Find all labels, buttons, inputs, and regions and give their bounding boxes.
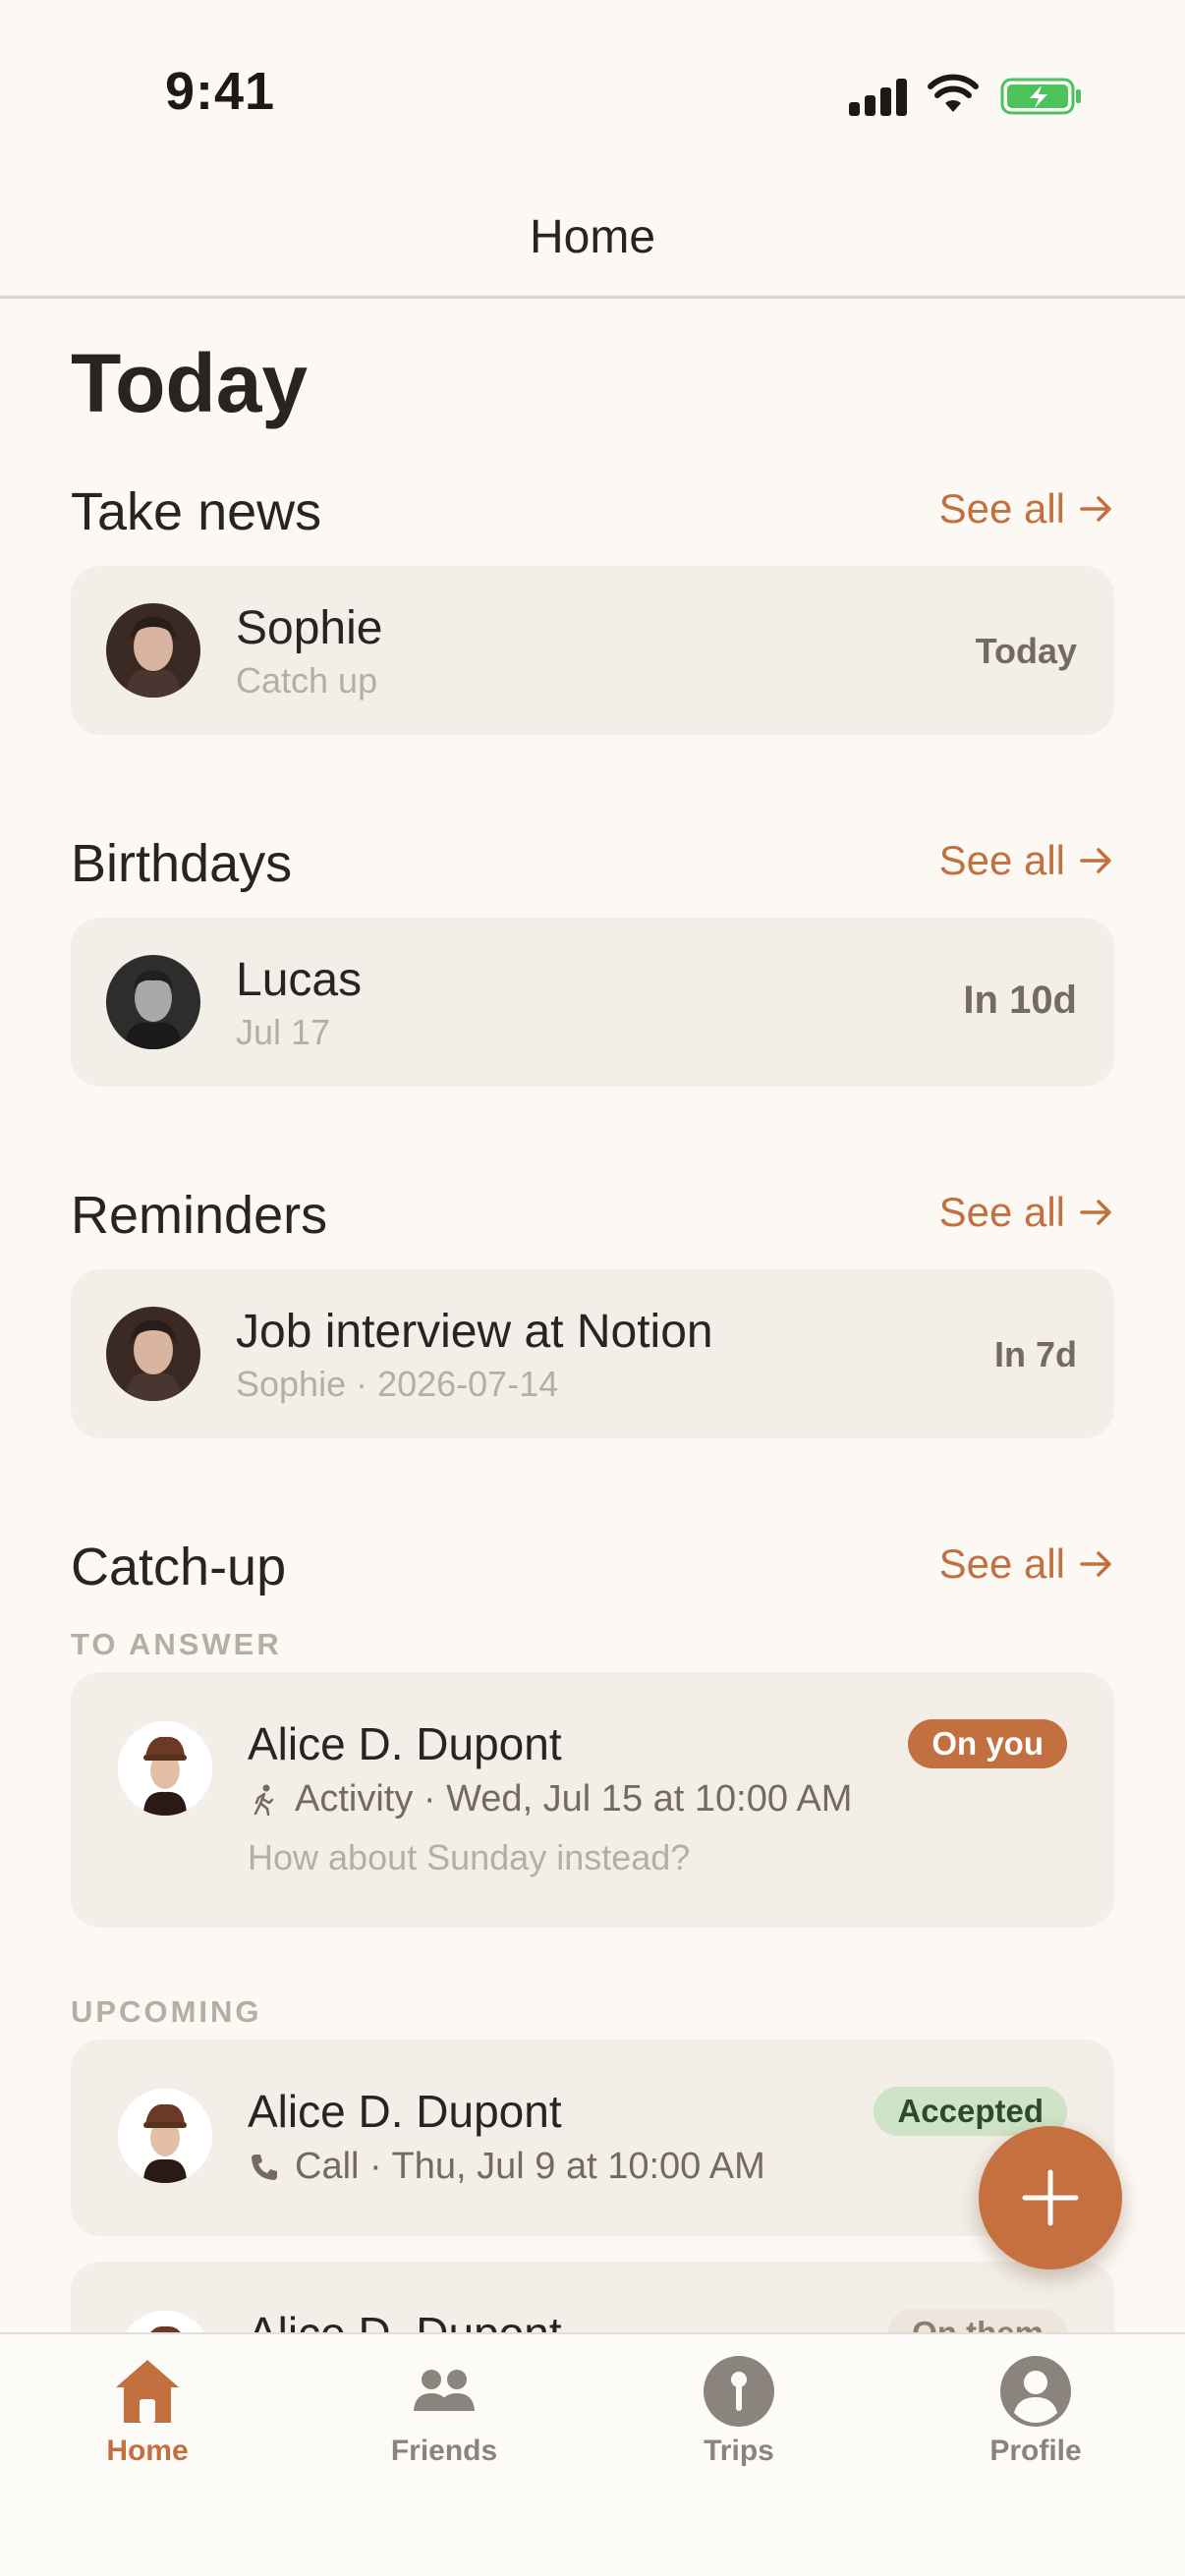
see-all-take-news-link[interactable]: See all bbox=[939, 485, 1114, 532]
catch-up-card[interactable]: Alice D. Dupont On you Activity · Wed, J… bbox=[71, 1672, 1114, 1928]
page-title: Today bbox=[71, 337, 309, 429]
catch-up-name: Alice D. Dupont bbox=[248, 2086, 562, 2137]
section-title-catch-up: Catch-up bbox=[71, 1538, 287, 1596]
card-subtitle: Catch up bbox=[236, 660, 378, 700]
card-name: Job interview at Notion bbox=[236, 1306, 713, 1358]
upcoming-caption: UPCOMING bbox=[71, 1994, 262, 2029]
status-bar: 9:41 bbox=[0, 0, 1185, 187]
wifi-icon bbox=[928, 74, 979, 112]
catch-up-detail: Activity · Wed, Jul 15 at 10:00 AM bbox=[248, 1778, 852, 1820]
battery-icon bbox=[1000, 78, 1081, 115]
see-all-birthdays-link[interactable]: See all bbox=[939, 837, 1114, 884]
header-title: Home bbox=[529, 211, 656, 263]
catch-up-detail-text: Activity · Wed, Jul 15 at 10:00 AM bbox=[295, 1778, 853, 1820]
add-button[interactable] bbox=[979, 2126, 1122, 2269]
tab-trips[interactable]: Trips bbox=[641, 2354, 837, 2472]
tab-label: Trips bbox=[704, 2435, 774, 2467]
catch-up-detail: Call · Thu, Jul 9 at 10:00 AM bbox=[248, 2146, 765, 2188]
tab-label: Profile bbox=[989, 2435, 1082, 2467]
take-news-card[interactable]: Sophie Catch up Today bbox=[71, 566, 1114, 735]
person-icon bbox=[1000, 2356, 1071, 2427]
see-all-catch-up-link[interactable]: See all bbox=[939, 1540, 1114, 1588]
section-title-take-news: Take news bbox=[71, 482, 322, 541]
arrow-right-icon bbox=[1080, 848, 1111, 873]
avatar bbox=[106, 603, 200, 698]
home-icon bbox=[116, 2360, 179, 2423]
card-date: Today bbox=[975, 631, 1077, 671]
reminder-card[interactable]: Job interview at Notion Sophie · 2026-07… bbox=[71, 1269, 1114, 1438]
arrow-right-icon bbox=[1080, 496, 1111, 522]
card-name: Sophie bbox=[236, 602, 383, 654]
tab-label: Home bbox=[106, 2435, 189, 2467]
tab-label: Friends bbox=[390, 2435, 498, 2467]
walking-icon bbox=[254, 1784, 274, 1816]
friends-icon bbox=[414, 2370, 475, 2411]
arrow-right-icon bbox=[1080, 1551, 1111, 1577]
catch-up-name: Alice D. Dupont bbox=[248, 1718, 562, 1769]
phone-icon bbox=[252, 2154, 277, 2180]
section-title-birthdays: Birthdays bbox=[71, 834, 293, 893]
tab-friends[interactable]: Friends bbox=[346, 2354, 542, 2472]
see-all-label: See all bbox=[938, 1189, 1065, 1235]
plus-icon bbox=[1022, 2169, 1079, 2226]
arrow-right-icon bbox=[1080, 1200, 1111, 1225]
card-countdown: In 10d bbox=[963, 979, 1077, 1022]
avatar bbox=[118, 2089, 212, 2183]
see-all-label: See all bbox=[938, 1540, 1065, 1587]
birthday-card[interactable]: Lucas Jul 17 In 10d bbox=[71, 918, 1114, 1087]
avatar bbox=[106, 1307, 200, 1401]
cellular-signal-icon bbox=[849, 77, 908, 116]
card-subtitle: Sophie · 2026-07-14 bbox=[236, 1364, 559, 1404]
catch-up-card[interactable]: Alice D. Dupont Accepted Call · Thu, Jul… bbox=[71, 2040, 1114, 2236]
card-name: Lucas bbox=[236, 954, 363, 1006]
avatar bbox=[118, 1721, 212, 1816]
catch-up-detail-text: Call · Thu, Jul 9 at 10:00 AM bbox=[295, 2146, 765, 2187]
tab-profile[interactable]: Profile bbox=[937, 2354, 1134, 2472]
see-all-reminders-link[interactable]: See all bbox=[939, 1189, 1114, 1236]
see-all-label: See all bbox=[938, 837, 1065, 883]
catch-up-message: How about Sunday instead? bbox=[248, 1837, 691, 1877]
see-all-label: See all bbox=[938, 485, 1065, 532]
card-subtitle: Jul 17 bbox=[236, 1012, 331, 1052]
status-time: 9:41 bbox=[165, 62, 276, 121]
tab-home[interactable]: Home bbox=[49, 2354, 246, 2472]
pin-icon bbox=[704, 2356, 774, 2427]
to-answer-caption: TO ANSWER bbox=[71, 1627, 282, 1661]
avatar bbox=[106, 955, 200, 1049]
section-title-reminders: Reminders bbox=[71, 1186, 328, 1245]
nav-header: Home bbox=[0, 187, 1185, 299]
card-countdown: In 7d bbox=[993, 1334, 1077, 1374]
status-badge: On you bbox=[908, 1719, 1067, 1768]
tab-bar: Home Friends Trips Profile bbox=[0, 2332, 1185, 2576]
